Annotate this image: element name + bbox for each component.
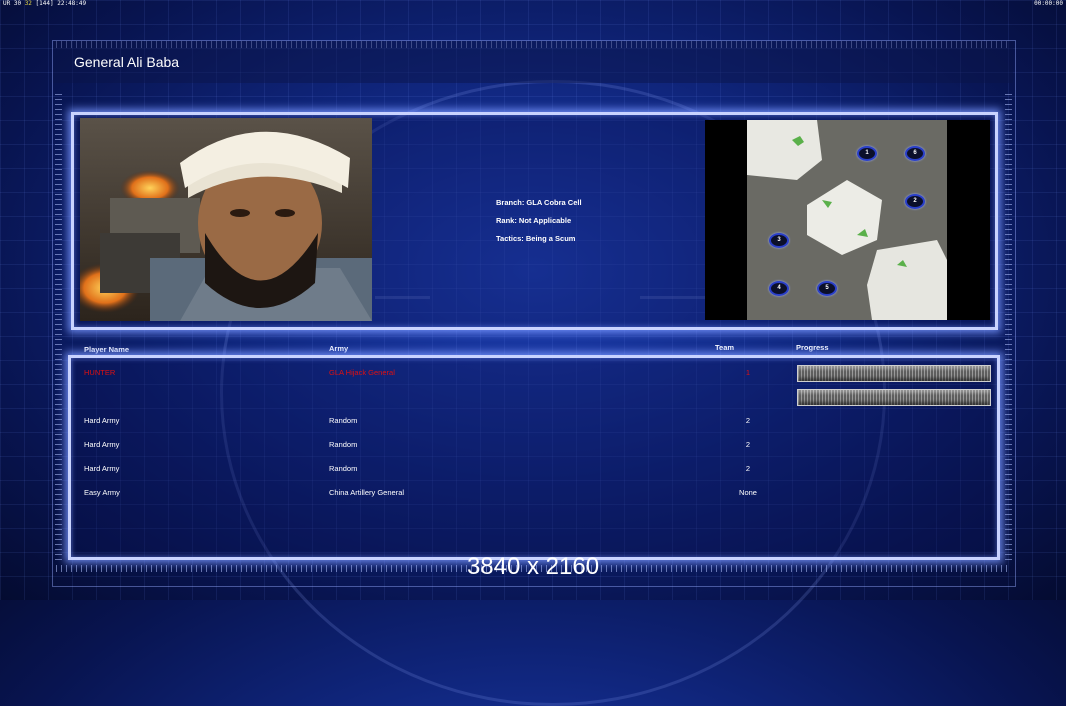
- hud-stats-bracket: [144]: [35, 0, 54, 7]
- map-terrain: 1 6 2 3 4 5: [747, 120, 947, 320]
- player-name-cell: HUNTER: [84, 368, 116, 377]
- resolution-label: 3840 x 2160: [466, 553, 600, 580]
- team-header: Team: [715, 343, 735, 352]
- general-rank: Rank: Not Applicable: [496, 216, 572, 225]
- player-name-cell: Hard Army: [84, 464, 120, 473]
- general-branch: Branch: GLA Cobra Cell: [496, 198, 582, 207]
- loading-progress-bar: [797, 365, 991, 382]
- player-name-cell: Hard Army: [84, 416, 120, 425]
- team-cell: None: [739, 488, 757, 497]
- left-ruler: [55, 90, 62, 560]
- spawn-marker[interactable]: 1: [857, 146, 877, 161]
- hud-fps: 32: [24, 0, 32, 7]
- right-ruler: [1005, 90, 1012, 560]
- army-header: Army: [329, 344, 349, 353]
- title-bar: [53, 41, 1013, 83]
- spawn-marker[interactable]: 2: [905, 194, 925, 209]
- hud-stats-ur: UR 30: [3, 0, 22, 7]
- debug-hud: UR 30 32 [144] 22:48:49 00:00:00: [0, 0, 1066, 8]
- spawn-marker[interactable]: 3: [769, 233, 789, 248]
- general-tactics: Tactics: Being a Scum: [496, 234, 576, 243]
- progress-header: Progress: [796, 343, 829, 352]
- spawn-marker[interactable]: 4: [769, 281, 789, 296]
- spawn-marker[interactable]: 5: [817, 281, 837, 296]
- hud-stats: UR 30 32 [144] 22:48:49: [3, 0, 86, 7]
- army-cell: China Artillery General: [329, 488, 405, 497]
- loading-progress-bar: [797, 389, 991, 406]
- map-preview: 1 6 2 3 4 5: [705, 120, 990, 320]
- portrait-image: [80, 118, 372, 321]
- team-cell: 2: [745, 416, 751, 425]
- player-name-cell: Hard Army: [84, 440, 120, 449]
- team-cell: 2: [745, 440, 751, 449]
- team-cell: 1: [745, 368, 751, 377]
- general-portrait: [80, 118, 372, 321]
- army-cell: Random: [329, 464, 358, 473]
- spawn-marker[interactable]: 6: [905, 146, 925, 161]
- team-cell: 2: [745, 464, 751, 473]
- army-cell: Random: [329, 416, 358, 425]
- army-cell: GLA Hijack General: [329, 368, 395, 377]
- hud-timer: 00:00:00: [1034, 0, 1063, 7]
- army-cell: Random: [329, 440, 358, 449]
- hud-clock: 22:48:49: [57, 0, 87, 7]
- player-name-cell: Easy Army: [84, 488, 120, 497]
- player-name-header: Player Name: [84, 345, 130, 354]
- general-title: General Ali Baba: [74, 54, 180, 70]
- players-panel: [68, 355, 1000, 560]
